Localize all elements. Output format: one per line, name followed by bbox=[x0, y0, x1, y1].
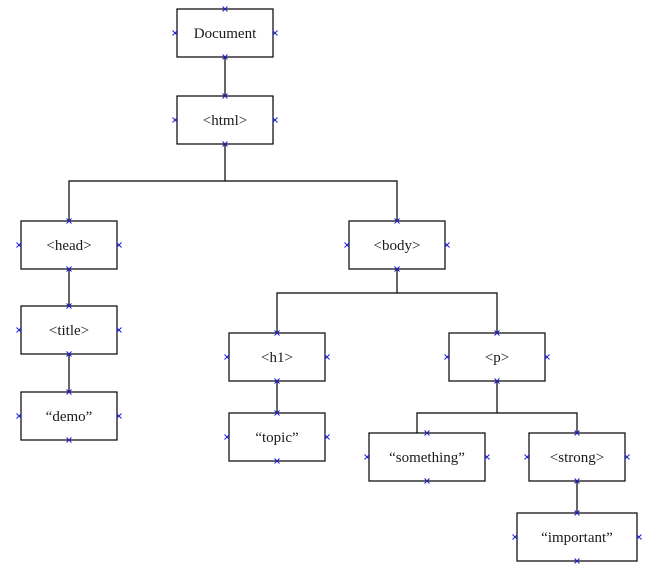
edge-p-something bbox=[416, 412, 497, 433]
node-topic[interactable]: “topic” bbox=[224, 410, 330, 464]
node-demo-label: “demo” bbox=[46, 409, 93, 425]
node-something-label: “something” bbox=[389, 450, 465, 466]
node-important[interactable]: “important” bbox=[512, 510, 642, 564]
edge-html-body bbox=[225, 180, 398, 221]
nodes-layer: Document <html> <head> <body> <title> “demo” <… bbox=[16, 6, 642, 564]
node-p[interactable]: <p> bbox=[444, 330, 550, 384]
node-head-label: <head> bbox=[46, 238, 91, 254]
edge-body-h1 bbox=[276, 292, 397, 333]
node-body-label: <body> bbox=[374, 238, 421, 254]
edge-body-p bbox=[397, 292, 498, 333]
node-p-label: <p> bbox=[485, 350, 509, 366]
node-head[interactable]: <head> bbox=[16, 218, 122, 272]
node-demo[interactable]: “demo” bbox=[16, 389, 122, 443]
dom-tree-diagram: Document <html> <head> <body> <title> “demo” <… bbox=[16, 6, 642, 564]
node-document[interactable]: Document bbox=[172, 6, 278, 60]
node-title[interactable]: <title> bbox=[16, 303, 122, 357]
edge-p-strong bbox=[497, 412, 578, 433]
node-topic-label: “topic” bbox=[255, 430, 298, 446]
node-h1[interactable]: <h1> bbox=[224, 330, 330, 384]
node-body[interactable]: <body> bbox=[344, 218, 450, 272]
node-strong-label: <strong> bbox=[550, 450, 604, 466]
node-something[interactable]: “something” bbox=[364, 430, 490, 484]
node-html[interactable]: <html> bbox=[172, 93, 278, 147]
edge-html-head bbox=[68, 180, 225, 221]
node-html-label: <html> bbox=[203, 113, 247, 129]
node-important-label: “important” bbox=[541, 530, 613, 546]
node-document-label: Document bbox=[194, 26, 257, 42]
node-strong[interactable]: <strong> bbox=[524, 430, 630, 484]
node-title-label: <title> bbox=[49, 323, 89, 339]
node-h1-label: <h1> bbox=[261, 350, 293, 366]
